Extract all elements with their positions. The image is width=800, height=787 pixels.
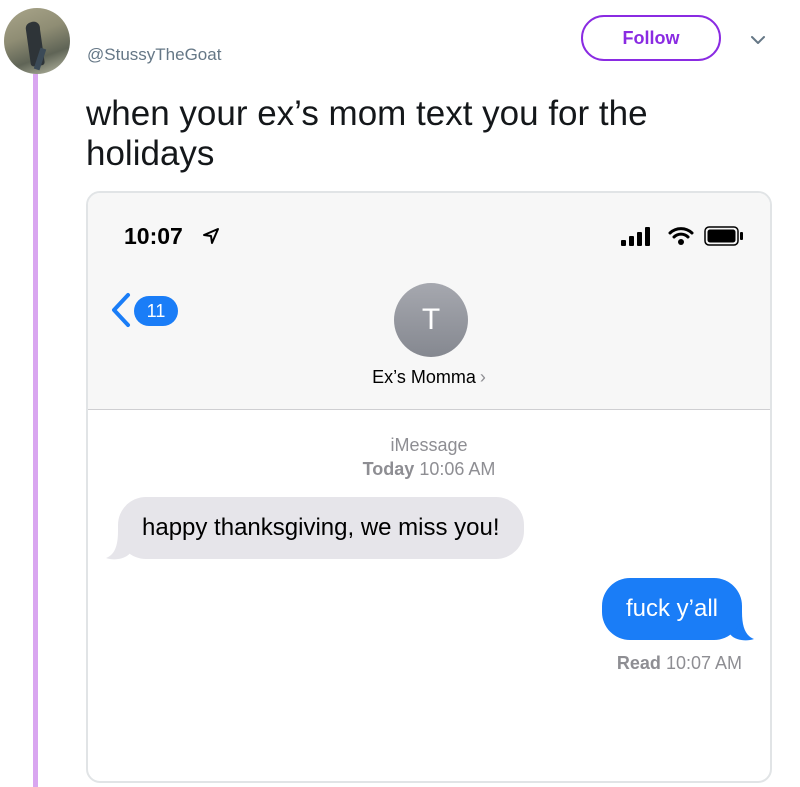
tweet-text: when your ex’s mom text you for the holi…: [86, 94, 648, 173]
status-time: 10:07: [124, 223, 183, 249]
wifi-icon: [668, 227, 694, 245]
read-label: Read: [616, 653, 661, 673]
back-unread-badge[interactable]: 11: [134, 296, 178, 326]
messages-header: 10:07 11 T Ex’s Momma ›: [88, 193, 770, 410]
signal-icon: [621, 227, 650, 246]
contact-name: Ex’s Momma: [372, 367, 476, 387]
user-handle[interactable]: @StussyTheGoat: [87, 45, 221, 65]
read-time: 10:07 AM: [665, 653, 742, 673]
user-avatar[interactable]: [4, 8, 70, 74]
chevron-down-icon[interactable]: [748, 30, 768, 50]
screenshot-card[interactable]: 10:07 11 T Ex’s Momma › iMessage Today 1…: [86, 191, 772, 783]
contact-avatar[interactable]: T: [394, 283, 468, 357]
service-label: iMessage: [390, 435, 468, 455]
read-receipt: Read 10:07 AM: [617, 653, 742, 674]
timestamp-day: Today: [362, 459, 415, 479]
message-timestamp: Today 10:06 AM: [88, 457, 770, 481]
follow-button[interactable]: Follow: [581, 15, 721, 61]
outgoing-message-bubble[interactable]: fuck y’all: [601, 578, 742, 640]
incoming-message-bubble[interactable]: happy thanksgiving, we miss you!: [118, 497, 524, 559]
contact-name-row[interactable]: Ex’s Momma ›: [88, 367, 770, 388]
chevron-right-icon: ›: [479, 367, 486, 387]
battery-icon: [704, 226, 743, 246]
back-chevron-icon[interactable]: [110, 292, 132, 328]
thread-line: [33, 74, 38, 787]
location-arrow-icon: [203, 228, 219, 244]
timestamp-time: 10:06 AM: [419, 459, 496, 479]
message-meta: iMessage Today 10:06 AM: [88, 433, 770, 481]
